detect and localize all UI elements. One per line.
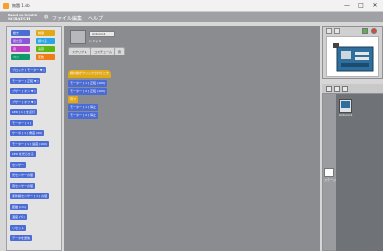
green-flag-icon[interactable]: [362, 28, 368, 34]
sprite-xy: x: 0 y: 0: [89, 39, 102, 43]
stage-canvas[interactable]: [326, 36, 379, 77]
palette-block[interactable]: モーター [ 1 ] 速度 (100): [10, 140, 50, 147]
category-button[interactable]: 演算: [36, 46, 55, 52]
category-button[interactable]: 調べる: [36, 38, 55, 44]
palette-block[interactable]: モーター [ 1 ]: [10, 119, 34, 126]
menu-help[interactable]: ヘルプ: [88, 15, 103, 22]
stage-size-icon[interactable]: [326, 28, 332, 34]
scripts-area[interactable]: [64, 26, 320, 251]
window-titlebar: 無題 1.sb — □ ✕: [0, 0, 383, 12]
script-block[interactable]: モーター [ 2 ] 停止: [68, 112, 99, 119]
tab-scripts[interactable]: スクリプト: [68, 47, 92, 55]
palette-block[interactable]: 光センサーの値: [10, 172, 36, 178]
palette-block[interactable]: モーター [ 正転 ▼ ]: [10, 77, 41, 84]
import-sprite-icon[interactable]: [334, 86, 340, 92]
menu-edit[interactable]: 編集: [72, 15, 82, 22]
script-block[interactable]: モーター [ 1 ] 停止: [68, 104, 99, 111]
category-button[interactable]: 変数: [36, 54, 55, 60]
app-icon: [3, 3, 9, 9]
script-block[interactable]: モーター [ 2 ] 正転 (100): [68, 88, 108, 95]
category-button[interactable]: 制御: [36, 30, 55, 36]
palette-block[interactable]: LED を光らせる: [10, 151, 36, 157]
stage-thumbnail[interactable]: [324, 168, 334, 177]
palette-block[interactable]: サーボ [ 1 ] 角度 (90): [10, 130, 45, 136]
script-block[interactable]: 待つ: [68, 96, 79, 103]
palette-block[interactable]: 音センサーの値: [10, 182, 36, 189]
stop-icon[interactable]: [371, 28, 377, 34]
hat-block[interactable]: 緑の旗がクリックされたとき: [68, 70, 112, 78]
sprite-name-field[interactable]: Arduino1: [89, 31, 115, 37]
tab-sounds[interactable]: 音: [114, 47, 126, 55]
palette-block[interactable]: センサー: [10, 161, 27, 168]
maximize-button[interactable]: □: [357, 2, 365, 10]
app-logo: Based on Scratch SCRATCH: [8, 13, 42, 21]
new-sprite-toolbar: [322, 84, 383, 94]
random-sprite-icon[interactable]: [342, 86, 348, 92]
palette-block[interactable]: 距離 (cm): [10, 203, 28, 210]
sprite-tile-label: Arduino1: [339, 113, 353, 117]
menu-file[interactable]: ファイル: [52, 15, 72, 22]
palette-block[interactable]: ブザー [ オン ▼ ]: [10, 88, 38, 94]
palette-block[interactable]: データを送信: [10, 235, 33, 241]
minimize-button[interactable]: —: [343, 2, 351, 10]
category-button[interactable]: 動き: [11, 30, 30, 36]
presentation-mode-icon[interactable]: [334, 28, 340, 34]
sprite-thumbnail: [70, 30, 86, 44]
globe-icon[interactable]: ◍: [44, 14, 50, 20]
palette-block[interactable]: LED [ 1 ] を点灯: [10, 109, 37, 115]
palette-block[interactable]: ブザー [ オフ ▼ ]: [10, 98, 38, 105]
sprite-tile[interactable]: [339, 99, 352, 113]
palette-block[interactable]: ブロック [ モーター ▼ ]: [10, 67, 47, 73]
palette-block[interactable]: 温度 (℃): [10, 214, 27, 220]
palette-block[interactable]: リセット: [10, 224, 27, 231]
sprite-tile-image: [341, 101, 350, 108]
arduino-board-image: [333, 43, 374, 72]
close-button[interactable]: ✕: [371, 2, 379, 10]
paint-sprite-icon[interactable]: [326, 86, 332, 92]
category-button[interactable]: 見た目: [11, 38, 30, 44]
category-button[interactable]: ペン: [11, 54, 30, 60]
script-block[interactable]: モーター [ 1 ] 正転 (100): [68, 80, 108, 87]
category-button[interactable]: 音: [11, 46, 30, 52]
palette-block[interactable]: 赤外線センサー [ 1 ] の値: [10, 193, 50, 199]
logo-line2: SCRATCH: [8, 16, 31, 21]
tab-costumes[interactable]: コスチューム: [90, 47, 116, 55]
sprite-list: Arduino1: [336, 94, 383, 251]
blocks-palette: 動き 制御 見た目 調べる音演算 ペン 変数 ブロック [ モーター ▼ ] モーター [ …: [6, 26, 62, 251]
window-title: 無題 1.sb: [12, 3, 30, 8]
stage-thumbnail-label: ステージ: [324, 178, 336, 182]
